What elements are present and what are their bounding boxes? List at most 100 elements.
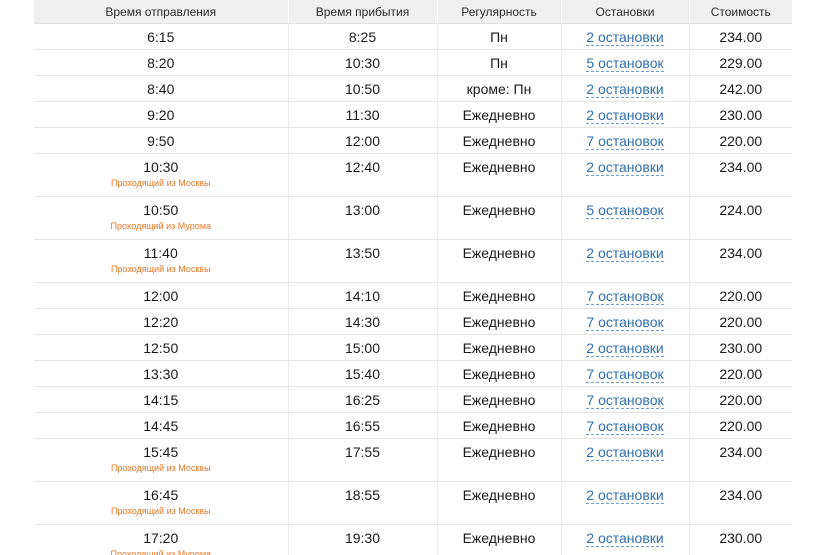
regularity: Ежедневно [437,481,562,525]
regularity: Пн [437,49,562,76]
arrival-time: 13:00 [288,196,438,240]
arrival-time: 13:50 [288,239,438,283]
price: 234.00 [689,23,792,50]
stops-cell: 2 остановки [561,153,690,197]
table-header-row: Время отправления Время прибытия Регуляр… [34,0,792,24]
table-body: 6:15 8:25 Пн 2 остановки 234.00 8:20 10:30 Пн 5 … [34,23,792,555]
transit-note: Проходящий из Москвы [110,264,211,274]
stops-cell: 2 остановки [561,481,690,525]
stops-cell: 5 остановок [561,196,690,240]
departure-time: 13:30 [143,366,179,382]
price: 242.00 [689,75,792,102]
regularity: Ежедневно [437,524,562,555]
price: 220.00 [689,282,792,309]
stops-link[interactable]: 2 остановки [586,159,664,176]
departure-cell: 12:50 [34,334,289,361]
departure-cell: 8:40 [34,75,289,102]
price: 234.00 [689,481,792,525]
stops-link[interactable]: 5 остановок [586,55,664,72]
arrival-time: 16:55 [288,412,438,439]
schedule-table: Время отправления Время прибытия Регуляр… [34,0,792,555]
stops-link[interactable]: 7 остановок [586,392,664,409]
regularity: Ежедневно [437,127,562,154]
regularity: Ежедневно [437,386,562,413]
stops-link[interactable]: 2 остановки [586,245,664,262]
regularity: Ежедневно [437,239,562,283]
price: 220.00 [689,412,792,439]
regularity: Ежедневно [437,412,562,439]
arrival-time: 11:30 [288,101,438,128]
arrival-time: 12:40 [288,153,438,197]
arrival-time: 14:30 [288,308,438,335]
regularity: Ежедневно [437,153,562,197]
price: 234.00 [689,239,792,283]
table-row: 8:40 10:50 кроме: Пн 2 остановки 242.00 [34,75,792,102]
transit-note: Проходящий из Москвы [110,178,211,188]
stops-link[interactable]: 7 остановок [586,133,664,150]
departure-cell: 14:45 [34,412,289,439]
arrival-time: 15:00 [288,334,438,361]
departure-cell: 12:20 [34,308,289,335]
arrival-time: 10:50 [288,75,438,102]
stops-link[interactable]: 2 остановки [586,29,664,46]
stops-link[interactable]: 2 остановки [586,444,664,461]
transit-note: Проходящий из Москвы [110,463,211,473]
departure-time: 14:45 [143,418,179,434]
stops-link[interactable]: 7 остановок [586,366,664,383]
stops-link[interactable]: 2 остановки [586,81,664,98]
departure-cell: 16:45 Проходящий из Москвы [34,481,289,525]
arrival-time: 12:00 [288,127,438,154]
transit-note: Проходящий из Мурома [110,549,212,555]
regularity: Ежедневно [437,196,562,240]
table-row: 11:40 Проходящий из Москвы 13:50 Ежедневно 2… [34,239,792,283]
regularity: Ежедневно [437,360,562,387]
stops-cell: 7 остановок [561,308,690,335]
regularity: Ежедневно [437,308,562,335]
departure-time: 12:00 [143,288,179,304]
regularity: кроме: Пн [437,75,562,102]
arrival-time: 14:10 [288,282,438,309]
price: 220.00 [689,308,792,335]
stops-cell: 2 остановки [561,524,690,555]
table-row: 12:00 14:10 Ежедневно 7 остановок 220.00 [34,282,792,309]
price: 224.00 [689,196,792,240]
stops-link[interactable]: 2 остановки [586,530,664,547]
departure-cell: 13:30 [34,360,289,387]
transit-note: Проходящий из Мурома [110,221,212,231]
stops-link[interactable]: 2 остановки [586,487,664,504]
departure-cell: 9:20 [34,101,289,128]
stops-cell: 5 остановок [561,49,690,76]
stops-link[interactable]: 7 остановок [586,418,664,435]
table-row: 9:50 12:00 Ежедневно 7 остановок 220.00 [34,127,792,154]
arrival-time: 17:55 [288,438,438,482]
stops-link[interactable]: 7 остановок [586,288,664,305]
departure-cell: 8:20 [34,49,289,76]
departure-time: 12:20 [143,314,179,330]
regularity: Ежедневно [437,334,562,361]
table-row: 16:45 Проходящий из Москвы 18:55 Ежедневно 2… [34,481,792,525]
departure-cell: 9:50 [34,127,289,154]
table-row: 12:20 14:30 Ежедневно 7 остановок 220.00 [34,308,792,335]
transit-note: Проходящий из Москвы [110,506,211,516]
price: 230.00 [689,524,792,555]
stops-cell: 7 остановок [561,360,690,387]
price: 229.00 [689,49,792,76]
arrival-time: 8:25 [288,23,438,50]
table-row: 9:20 11:30 Ежедневно 2 остановки 230.00 [34,101,792,128]
stops-link[interactable]: 5 остановок [586,202,664,219]
table-row: 15:45 Проходящий из Москвы 17:55 Ежедневно 2… [34,438,792,482]
departure-time: 6:15 [147,29,175,45]
departure-time: 10:30 [143,159,179,175]
stops-link[interactable]: 7 остановок [586,314,664,331]
table-row: 14:45 16:55 Ежедневно 7 остановок 220.00 [34,412,792,439]
departure-cell: 6:15 [34,23,289,50]
stops-link[interactable]: 2 остановки [586,340,664,357]
departure-cell: 15:45 Проходящий из Москвы [34,438,289,482]
stops-link[interactable]: 2 остановки [586,107,664,124]
header-stops: Остановки [561,0,690,24]
departure-time: 17:20 [143,530,179,546]
table-row: 12:50 15:00 Ежедневно 2 остановки 230.00 [34,334,792,361]
price: 220.00 [689,127,792,154]
departure-cell: 17:20 Проходящий из Мурома [34,524,289,555]
table-row: 10:50 Проходящий из Мурома 13:00 Ежедневно 5… [34,196,792,240]
